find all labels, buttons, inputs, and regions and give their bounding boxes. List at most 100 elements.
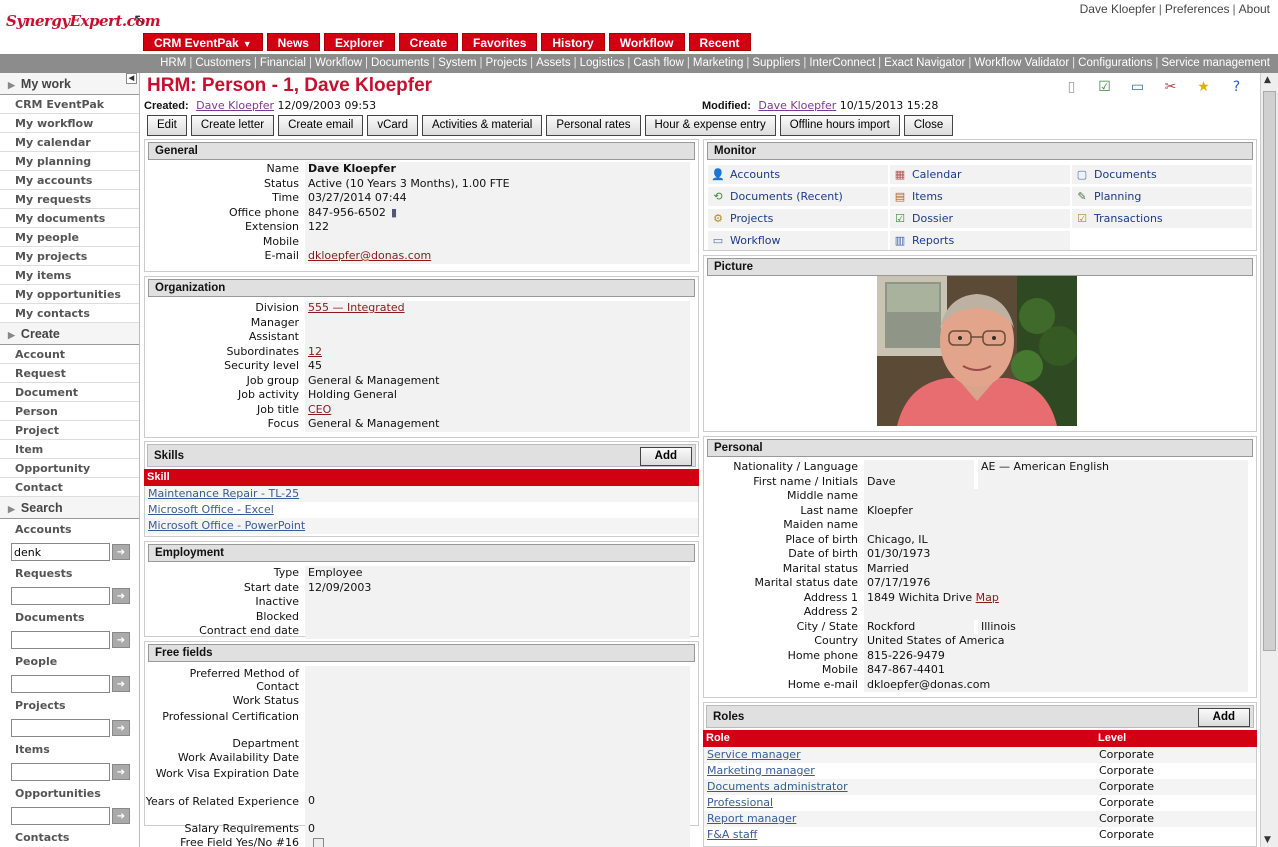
action-button[interactable]: Offline hours import (779, 115, 900, 136)
tools-icon[interactable]: ✂ (1161, 78, 1180, 97)
monitor-item[interactable]: ☑ Transactions (1072, 209, 1252, 228)
sidebar-item-mywork[interactable]: My opportunities (0, 285, 139, 304)
subnav-item[interactable]: InterConnect (809, 57, 875, 69)
sidebar-item-mywork[interactable]: CRM EventPak (0, 95, 139, 114)
search-input[interactable] (11, 587, 110, 605)
action-button[interactable]: Create letter (190, 115, 275, 136)
search-input[interactable] (11, 543, 110, 561)
sidebar-item-create[interactable]: Contact (0, 478, 139, 497)
skill-link[interactable]: Microsoft Office - Excel (148, 502, 274, 518)
sidebar-item-mywork[interactable]: My documents (0, 209, 139, 228)
action-button[interactable]: Activities & material (422, 115, 543, 136)
nav-recent[interactable]: Recent (688, 33, 751, 51)
action-button[interactable]: Hour & expense entry (644, 115, 776, 136)
field-link[interactable]: 555 — Integrated (308, 301, 405, 314)
search-go-icon[interactable]: ➜ (112, 588, 130, 604)
subnav-item[interactable]: Cash flow (633, 57, 684, 69)
sidebar-item-mywork[interactable]: My workflow (0, 114, 139, 133)
subnav-item[interactable]: Configurations (1078, 57, 1152, 69)
monitor-item[interactable]: ▥ Reports (890, 231, 1070, 250)
skill-link[interactable]: Microsoft Office - PowerPoint (148, 518, 305, 534)
sidebar-create-header[interactable]: ▶ Create (0, 323, 139, 345)
role-link[interactable]: Marketing manager (707, 763, 1099, 779)
scrollbar-thumb[interactable] (1263, 91, 1276, 651)
search-input[interactable] (11, 763, 110, 781)
monitor-item[interactable]: ▭ Workflow (708, 231, 888, 250)
subnav-item[interactable]: Financial (260, 57, 306, 69)
role-link[interactable]: F&A staff (707, 827, 1099, 843)
action-button[interactable]: Close (903, 115, 954, 136)
sidebar-item-mywork[interactable]: My projects (0, 247, 139, 266)
nav-crm-eventpak[interactable]: CRM EventPak ▼ (143, 33, 263, 51)
subnav-item[interactable]: Documents (371, 57, 429, 69)
sidebar-item-create[interactable]: Document (0, 383, 139, 402)
checkbox[interactable] (313, 838, 324, 847)
subnav-item[interactable]: Assets (536, 57, 571, 69)
search-go-icon[interactable]: ➜ (112, 632, 130, 648)
monitor-item[interactable]: ▢ Documents (1072, 165, 1252, 184)
preferences-link[interactable]: Preferences (1165, 2, 1230, 16)
monitor-item[interactable]: ▦ Calendar (890, 165, 1070, 184)
sidebar-search-header[interactable]: ▶ Search (0, 497, 139, 519)
role-link[interactable]: Report manager (707, 811, 1099, 827)
sidebar-item-create[interactable]: Person (0, 402, 139, 421)
nav-news[interactable]: News (266, 33, 320, 51)
sidebar-item-mywork[interactable]: My requests (0, 190, 139, 209)
search-go-icon[interactable]: ➜ (112, 764, 130, 780)
search-go-icon[interactable]: ➜ (112, 544, 130, 560)
sidebar-item-create[interactable]: Account (0, 345, 139, 364)
phone-icon[interactable]: ▮ (391, 206, 397, 219)
action-button[interactable]: Personal rates (546, 115, 641, 136)
subnav-item[interactable]: System (438, 57, 476, 69)
subnav-item[interactable]: HRM (160, 57, 186, 69)
sidebar-mywork-header[interactable]: ▶ My work ◀ (0, 73, 139, 95)
monitor-icon[interactable]: ▭ (1128, 78, 1147, 97)
action-button[interactable]: Edit (147, 115, 187, 136)
search-go-icon[interactable]: ➜ (112, 808, 130, 824)
sidebar-item-mywork[interactable]: My contacts (0, 304, 139, 323)
vertical-scrollbar[interactable]: ▲ ▼ (1260, 73, 1278, 847)
role-link[interactable]: Documents administrator (707, 779, 1099, 795)
search-input[interactable] (11, 719, 110, 737)
nav-favorites[interactable]: Favorites (462, 33, 538, 51)
subnav-item[interactable]: Exact Navigator (884, 57, 965, 69)
add-role-button[interactable]: Add (1197, 708, 1250, 727)
subnav-item[interactable]: Projects (486, 57, 528, 69)
nav-workflow[interactable]: Workflow (608, 33, 685, 51)
search-input[interactable] (11, 675, 110, 693)
sidebar-item-mywork[interactable]: My planning (0, 152, 139, 171)
subnav-item[interactable]: Logistics (580, 57, 625, 69)
sidebar-item-create[interactable]: Project (0, 421, 139, 440)
sidebar-item-mywork[interactable]: My calendar (0, 133, 139, 152)
monitor-item[interactable]: 👤 Accounts (708, 165, 888, 184)
nav-history[interactable]: History (541, 33, 605, 51)
search-go-icon[interactable]: ➜ (112, 676, 130, 692)
sidebar-item-mywork[interactable]: My people (0, 228, 139, 247)
document-icon[interactable]: ▯ (1062, 78, 1081, 97)
nav-explorer[interactable]: Explorer (323, 33, 395, 51)
user-link[interactable]: Dave Kloepfer (1080, 2, 1156, 16)
field-link[interactable]: CEO (308, 403, 331, 416)
search-input[interactable] (11, 807, 110, 825)
checklist-icon[interactable]: ☑ (1095, 78, 1114, 97)
sidebar-item-create[interactable]: Item (0, 440, 139, 459)
subnav-item[interactable]: Workflow (315, 57, 362, 69)
monitor-item[interactable]: ☑ Dossier (890, 209, 1070, 228)
favorite-star-icon[interactable]: ★ (1194, 78, 1213, 97)
monitor-item[interactable]: ▤ Items (890, 187, 1070, 206)
scroll-up-icon[interactable]: ▲ (1264, 75, 1271, 85)
monitor-item[interactable]: ⚙ Projects (708, 209, 888, 228)
skill-link[interactable]: Maintenance Repair - TL-25 (148, 486, 299, 502)
sidebar-item-create[interactable]: Opportunity (0, 459, 139, 478)
action-button[interactable]: vCard (367, 115, 418, 136)
subnav-item[interactable]: Customers (195, 57, 251, 69)
help-icon[interactable]: ? (1227, 78, 1246, 97)
sidebar-item-mywork[interactable]: My accounts (0, 171, 139, 190)
field-link[interactable]: dkloepfer@donas.com (308, 249, 431, 262)
search-go-icon[interactable]: ➜ (112, 720, 130, 736)
search-input[interactable] (11, 631, 110, 649)
scroll-down-icon[interactable]: ▼ (1264, 835, 1271, 845)
subnav-item[interactable]: Workflow Validator (974, 57, 1069, 69)
role-link[interactable]: Service manager (707, 747, 1099, 763)
sidebar-collapse-icon[interactable]: ◀ (126, 73, 137, 84)
